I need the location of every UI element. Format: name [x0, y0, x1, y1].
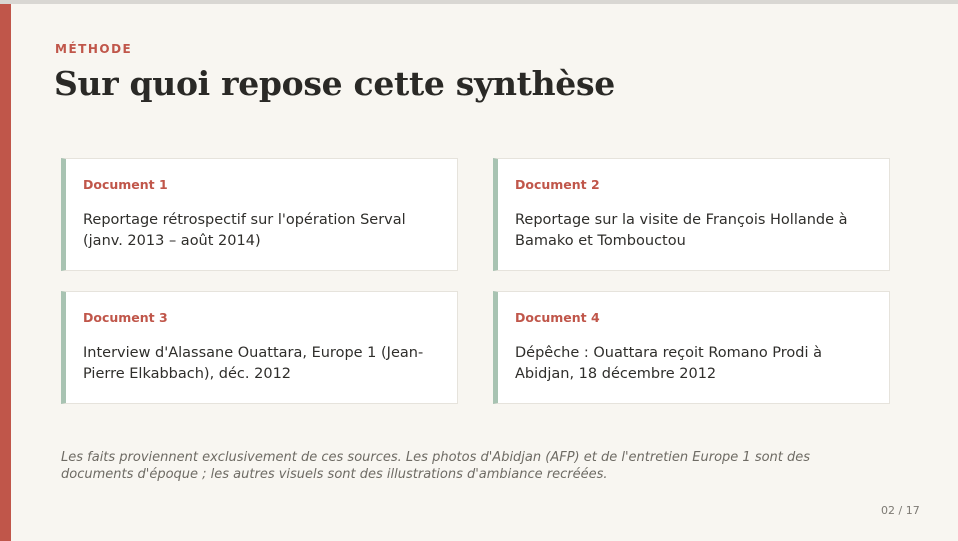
- document-card-4: Document 4 Dépêche : Ouattara reçoit Rom…: [493, 291, 890, 404]
- document-description: Dépêche : Ouattara reçoit Romano Prodi à…: [515, 345, 823, 382]
- document-description: Interview d'Alassane Ouattara, Europe 1 …: [83, 345, 424, 382]
- document-card-3: Document 3 Interview d'Alassane Ouattara…: [61, 291, 458, 404]
- document-label: Document 4: [515, 310, 600, 325]
- document-label: Document 1: [83, 177, 168, 192]
- document-label: Document 3: [83, 310, 168, 325]
- section-eyebrow: MÉTHODE: [55, 42, 133, 56]
- document-description: Reportage rétrospectif sur l'opération S…: [83, 212, 406, 249]
- document-card-2: Document 2 Reportage sur la visite de Fr…: [493, 158, 890, 271]
- accent-bar: [0, 4, 11, 541]
- document-description: Reportage sur la visite de François Holl…: [515, 212, 848, 249]
- slide-title: Sur quoi repose cette synthèse: [54, 64, 615, 103]
- top-border: [0, 0, 958, 4]
- sources-note: Les faits proviennent exclusivement de c…: [61, 450, 811, 482]
- document-label: Document 2: [515, 177, 600, 192]
- page-number: 02 / 17: [881, 504, 920, 517]
- document-card-1: Document 1 Reportage rétrospectif sur l'…: [61, 158, 458, 271]
